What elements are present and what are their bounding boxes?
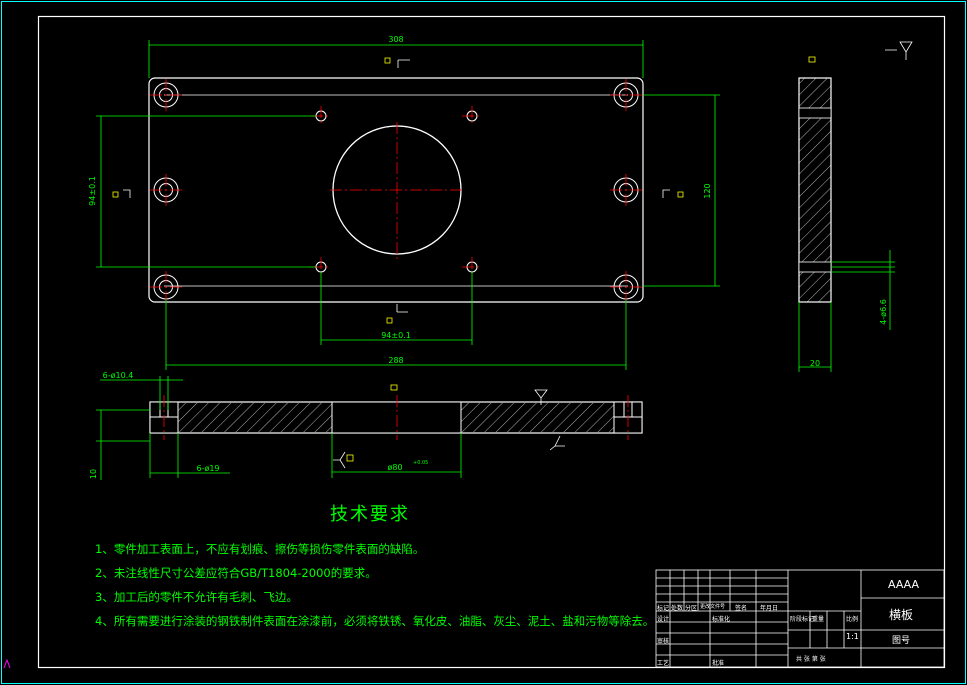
sheet-count-label: 共 张 第 张 [796,656,826,663]
date-label: 年月日 [760,605,779,612]
tech-requirement-4: 4、所有需要进行涂装的钢铁制件表面在涂漆前，必须将铁锈、氧化皮、油脂、灰尘、泥土… [95,614,655,628]
design-label: 设计 [657,616,670,623]
dim-thickness: 20 [810,359,820,368]
dim-small-hole-span: 94±0.1 [381,331,411,340]
tech-requirement-3: 3、加工后的零件不允许有毛刺、飞边。 [95,590,298,604]
dim-bore-diameter: ø80 [387,463,402,472]
change-file-label: 更改文件号 [700,604,726,610]
drawing-number-label: 图号 [892,636,911,646]
cad-drawing-canvas: 308 288 94±0.1 94±0.1 120 20 4-ø6.6 6-ø1… [0,0,967,685]
dim-overall-width: 120 [703,183,712,198]
dim-hole-span: 288 [388,356,403,365]
count-label: 处数 [671,605,684,612]
tech-requirement-2: 2、未注线性尺寸公差应符合GB/T1804-2000的要求。 [95,566,377,580]
stage-mark-label: 阶段标记 [790,616,815,623]
ratio-label: 比例 [846,616,859,623]
zone-label: 分区 [685,605,698,612]
mark-label: 标记 [657,605,670,612]
weight-label: 重量 [812,616,825,623]
tech-requirement-1: 1、零件加工表面上，不应有划痕、擦伤等损伤零件表面的缺陷。 [95,542,425,556]
dim-bore-tolerance: +0.05 [413,460,428,466]
dim-slot: 4-ø6.6 [879,299,888,325]
craft-label: 工艺 [657,660,670,667]
dim-section-height: 10 [89,469,98,479]
dim-left-height: 94±0.1 [88,176,97,206]
tech-requirements-title: 技术要求 [330,504,410,525]
standard-label: 标准化 [712,616,731,623]
callout-counterbore-top: 6-ø10.4 [103,371,134,380]
callout-counterbore-bottom: 6-ø19 [196,464,219,473]
approve-label: 批准 [712,660,725,667]
dim-overall-length: 308 [388,35,403,44]
scale-value: 1:1 [846,632,859,641]
check-label: 审核 [657,638,670,645]
part-name: 横板 [889,608,914,622]
sign-label: 签名 [735,605,748,612]
company-name: AAAA [888,578,920,591]
